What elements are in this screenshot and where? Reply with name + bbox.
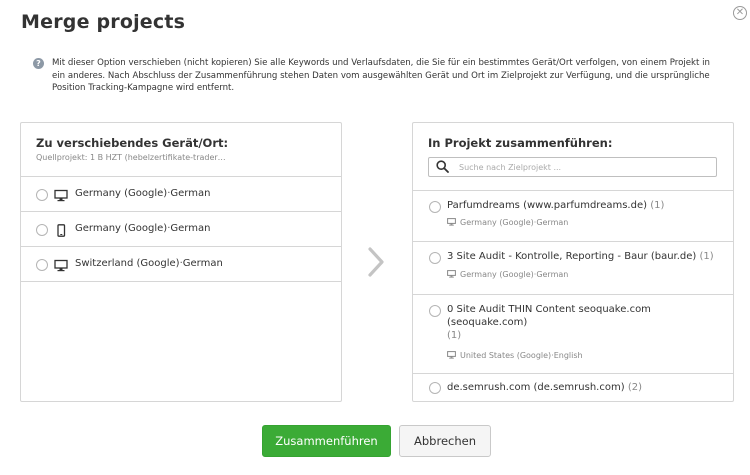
chevron-right-icon xyxy=(368,247,384,277)
project-name-text: Parfumdreams (www.parfumdreams.de) xyxy=(447,200,648,211)
project-name: 3 Site Audit - Kontrolle, Reporting - Ba… xyxy=(447,250,717,263)
source-project-value: 1 B HZT (hebelzertifikate-trader… xyxy=(89,153,226,162)
source-project-label: Quellprojekt: xyxy=(36,153,88,162)
project-count: (1) xyxy=(699,251,714,262)
question-icon: ? xyxy=(33,58,44,69)
project-name-text: de.semrush.com (de.semrush.com) xyxy=(447,382,625,393)
project-count: (1) xyxy=(650,200,665,211)
merge-button[interactable]: Zusammenführen xyxy=(262,425,391,457)
target-panel-header: In Projekt zusammenführen: xyxy=(413,123,733,191)
project-count: (1) xyxy=(447,330,462,341)
search-box[interactable] xyxy=(428,157,717,177)
source-panel-title: Zu verschiebendes Gerät/Ort: xyxy=(36,136,229,150)
location-radio[interactable] xyxy=(36,189,48,201)
project-location-country: Germany (Google) xyxy=(460,270,534,279)
project-name: de.semrush.com (de.semrush.com) (2) xyxy=(447,381,717,394)
desktop-icon xyxy=(54,189,68,202)
source-panel-header: Zu verschiebendes Gerät/Ort: Quellprojek… xyxy=(21,123,341,177)
location-radio[interactable] xyxy=(36,259,48,271)
location-language: German xyxy=(182,258,223,269)
target-panel: In Projekt zusammenführen: Parfumdreams … xyxy=(412,122,734,402)
project-location: Germany (Google)·German xyxy=(447,270,568,279)
location-row[interactable]: Switzerland (Google)·German xyxy=(21,247,341,282)
project-name: 0 Site Audit THIN Content seoquake.com (… xyxy=(447,303,717,342)
project-radio[interactable] xyxy=(429,305,441,317)
project-row[interactable]: de.semrush.com (de.semrush.com) (2) xyxy=(413,374,733,401)
dialog-title: Merge projects xyxy=(21,11,186,33)
location-label: Switzerland (Google)·German xyxy=(75,258,223,269)
project-location-language: German xyxy=(536,270,569,279)
project-radio[interactable] xyxy=(429,201,441,213)
project-location-language: English xyxy=(553,351,583,360)
close-icon[interactable]: ✕ xyxy=(733,6,747,20)
location-language: German xyxy=(170,223,211,234)
location-label: Germany (Google)·German xyxy=(75,188,210,199)
mobile-icon xyxy=(57,224,66,237)
source-panel: Zu verschiebendes Gerät/Ort: Quellprojek… xyxy=(20,122,342,402)
info-text: Mit dieser Option verschieben (nicht kop… xyxy=(52,58,710,94)
location-country: Germany (Google) xyxy=(75,188,168,199)
desktop-icon xyxy=(54,259,68,272)
project-location: United States (Google)·English xyxy=(447,351,583,360)
location-country: Germany (Google) xyxy=(75,223,168,234)
location-row[interactable]: Germany (Google)·German xyxy=(21,177,341,212)
project-count: (2) xyxy=(627,382,642,393)
cancel-button[interactable]: Abbrechen xyxy=(399,425,491,457)
desktop-icon xyxy=(447,351,456,359)
search-input[interactable] xyxy=(459,160,709,174)
source-project-line: Quellprojekt: 1 B HZT (hebelzertifikate-… xyxy=(36,153,326,162)
desktop-icon xyxy=(447,218,456,226)
location-row[interactable]: Germany (Google)·German xyxy=(21,212,341,247)
location-radio[interactable] xyxy=(36,224,48,236)
location-label: Germany (Google)·German xyxy=(75,223,210,234)
target-panel-title: In Projekt zusammenführen: xyxy=(428,136,613,150)
project-name: Parfumdreams (www.parfumdreams.de) (1) xyxy=(447,199,717,212)
desktop-icon xyxy=(447,270,456,278)
location-country: Switzerland (Google) xyxy=(75,258,180,269)
info-section: ? Mit dieser Option verschieben (nicht k… xyxy=(33,57,723,95)
search-icon xyxy=(436,160,449,173)
project-row[interactable]: 0 Site Audit THIN Content seoquake.com (… xyxy=(413,295,733,374)
project-radio[interactable] xyxy=(429,252,441,264)
project-name-text: 3 Site Audit - Kontrolle, Reporting - Ba… xyxy=(447,251,697,262)
project-location: Germany (Google)·German xyxy=(447,218,568,227)
project-location-country: Germany (Google) xyxy=(460,218,534,227)
project-name-text: 0 Site Audit THIN Content seoquake.com (… xyxy=(447,304,651,328)
project-location-country: United States (Google) xyxy=(460,351,552,360)
project-location-language: German xyxy=(536,218,569,227)
project-row[interactable]: 3 Site Audit - Kontrolle, Reporting - Ba… xyxy=(413,242,733,295)
project-row[interactable]: Parfumdreams (www.parfumdreams.de) (1) G… xyxy=(413,191,733,242)
location-language: German xyxy=(170,188,211,199)
project-radio[interactable] xyxy=(429,382,441,394)
